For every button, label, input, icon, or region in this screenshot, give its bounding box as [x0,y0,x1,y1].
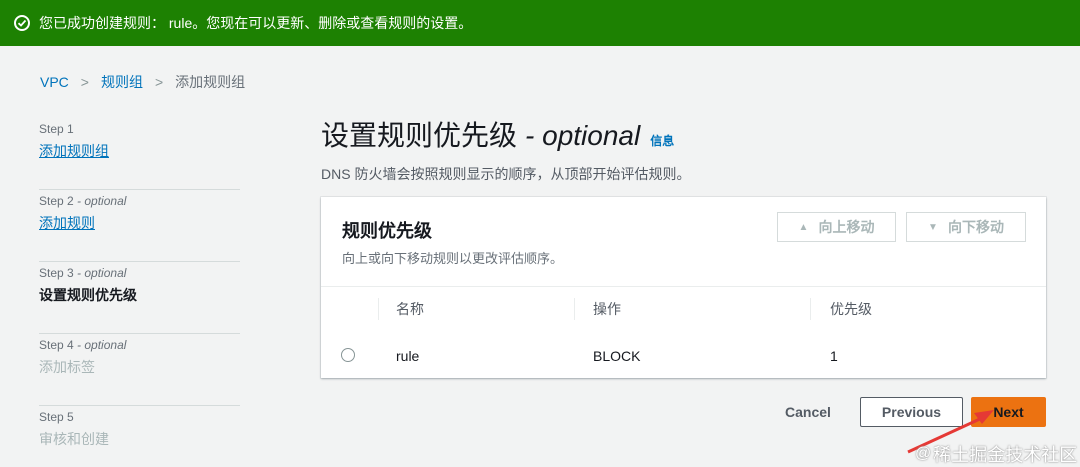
cell-name: rule [396,347,420,364]
step-link[interactable]: 添加规则组 [39,142,240,160]
breadcrumb-rule-groups[interactable]: 规则组 [101,72,143,92]
check-circle-icon [14,15,30,31]
column-divider [574,298,575,320]
previous-button[interactable]: Previous [860,397,963,427]
step-number: Step 2 - optional [39,194,127,208]
panel-header: 规则优先级 向上或向下移动规则以更改评估顺序。 ▲ 向上移动 ▼ 向下移动 [321,197,1046,287]
cancel-button[interactable]: Cancel [785,404,831,420]
page-title-text: 设置规则优先级 [321,120,518,151]
chevron-right-icon: > [154,74,164,90]
page-description: DNS 防火墙会按照规则显示的顺序，从顶部开始评估规则。 [321,166,691,182]
move-down-label: 向下移动 [947,219,1004,235]
table-row[interactable]: rule BLOCK 1 [321,337,1046,374]
next-button[interactable]: Next [971,397,1046,427]
move-down-button[interactable]: ▼ 向下移动 [906,212,1026,242]
column-divider [378,298,379,320]
info-link[interactable]: 信息 [650,132,674,149]
column-header-action[interactable]: 操作 [593,289,621,329]
watermark-text: 稀土掘金技术社区 [933,445,1078,465]
step-disabled: 审核和创建 [39,431,109,447]
page-title-optional: - optional [525,120,641,151]
panel-description: 向上或向下移动规则以更改评估顺序。 [342,251,564,266]
cell-action: BLOCK [593,347,641,364]
step-number: Step 4 - optional [39,338,127,352]
rule-priority-panel: 规则优先级 向上或向下移动规则以更改评估顺序。 ▲ 向上移动 ▼ 向下移动 名称… [321,197,1046,378]
flash-message: 您已成功创建规则： rule。您现在可以更新、删除或查看规则的设置。 [39,15,473,31]
breadcrumb-vpc[interactable]: VPC [40,74,69,90]
step-number: Step 5 [39,410,74,424]
cell-priority: 1 [830,347,838,364]
wizard-step-4: Step 4 - optional 添加标签 [39,334,240,406]
success-flash-banner: 您已成功创建规则： rule。您现在可以更新、删除或查看规则的设置。 [0,0,1080,46]
chevron-right-icon: > [80,74,89,90]
table-header: 名称 操作 优先级 [321,289,1046,329]
column-divider [810,298,811,320]
watermark: @ 稀土掘金技术社区 [915,441,1077,467]
step-disabled: 添加标签 [39,359,95,375]
watermark-at: @ [915,445,932,462]
move-up-label: 向上移动 [818,219,875,235]
wizard-step-2: Step 2 - optional 添加规则 [39,190,240,262]
move-up-button[interactable]: ▲ 向上移动 [777,212,896,242]
step-current: 设置规则优先级 [39,287,137,303]
column-header-name[interactable]: 名称 [396,289,424,329]
triangle-up-icon: ▲ [798,221,809,233]
column-header-priority[interactable]: 优先级 [830,289,872,329]
wizard-step-5: Step 5 审核和创建 [39,406,240,467]
wizard-step-3: Step 3 - optional 设置规则优先级 [39,262,240,334]
step-number: Step 1 [39,122,74,136]
wizard-steps: Step 1 添加规则组 Step 2 - optional 添加规则 Step… [39,118,240,467]
breadcrumb-current: 添加规则组 [175,74,246,90]
panel-title: 规则优先级 [342,221,432,241]
step-link[interactable]: 添加规则 [39,214,240,232]
row-select-radio[interactable] [341,348,355,362]
page-title: 设置规则优先级 - optional 信息 [321,114,674,154]
wizard-step-1: Step 1 添加规则组 [39,118,240,190]
step-number: Step 3 - optional [39,266,127,280]
triangle-down-icon: ▼ [928,221,938,233]
breadcrumb: VPC > 规则组 > 添加规则组 [40,72,245,92]
